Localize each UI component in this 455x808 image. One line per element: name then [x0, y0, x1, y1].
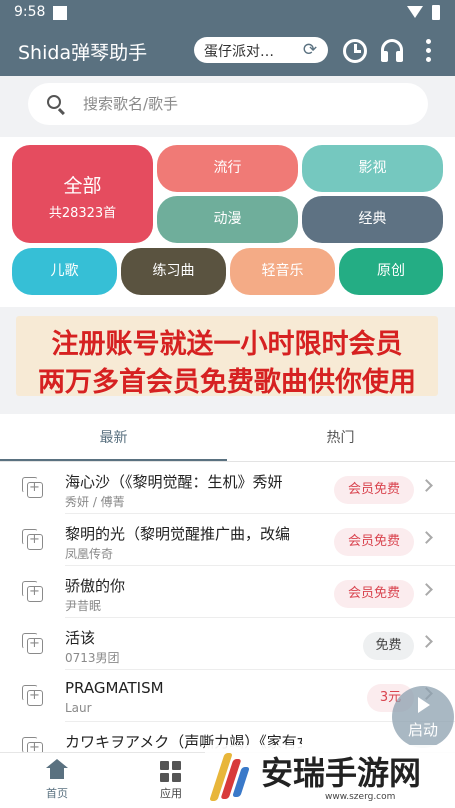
battery-icon — [432, 5, 440, 20]
song-tabs: 最新 热门 — [0, 414, 455, 462]
watermark-logo-icon — [209, 749, 251, 805]
category-kids[interactable]: 儿歌 — [12, 248, 117, 295]
apps-grid-icon — [160, 761, 182, 783]
search-area — [0, 76, 455, 132]
category-grid: 全部 共28323首 流行 影视 动漫 经典 儿歌 练习曲 轻音乐 原创 — [0, 137, 455, 307]
current-song-name: 蛋仔派对… — [204, 44, 274, 60]
category-label: 动漫 — [213, 211, 242, 227]
app-bar: Shida弹琴助手 蛋仔派对… ⟳ — [0, 26, 455, 76]
add-to-playlist-icon[interactable]: + — [22, 737, 43, 752]
category-label: 原创 — [377, 263, 405, 279]
song-list: + 海心沙（《黎明觉醒：生机》秀妍 秀妍 / 傅菁 会员免费 + 黎明的光（黎明… — [0, 462, 455, 752]
more-menu-button[interactable] — [413, 36, 443, 66]
notification-icon — [53, 6, 67, 20]
add-to-playlist-icon[interactable]: + — [22, 529, 43, 550]
song-name: 黎明的光（黎明觉醒推广曲，改编 — [65, 525, 291, 543]
category-label: 影视 — [358, 160, 387, 176]
promo-banner[interactable]: 注册账号就送一小时限时会员 两万多首会员免费歌曲供你使用 — [16, 316, 438, 398]
search-icon — [47, 95, 61, 109]
status-time: 9:58 — [14, 4, 46, 20]
song-row[interactable]: + 海心沙（《黎明觉醒：生机》秀妍 秀妍 / 傅菁 会员免费 — [0, 462, 455, 514]
tab-hot[interactable]: 热门 — [227, 414, 454, 462]
song-row[interactable]: + PRAGMATISM Laur 3元 — [0, 670, 455, 722]
chevron-right-icon — [420, 635, 433, 648]
tab-latest[interactable]: 最新 — [0, 414, 227, 462]
category-etude[interactable]: 练习曲 — [121, 248, 226, 295]
search-input[interactable] — [83, 93, 403, 115]
watermark-url: www.szerg.com — [325, 792, 396, 802]
search-box[interactable] — [28, 83, 428, 125]
nav-apps-label: 应用 — [160, 787, 182, 800]
price-badge: 免费 — [363, 632, 414, 660]
song-artist: 0713男团 — [65, 651, 120, 665]
song-artist: Laur — [65, 701, 92, 715]
start-button[interactable]: 启动 — [392, 686, 454, 748]
song-row[interactable]: + 骄傲的你 尹昔眠 会员免费 — [0, 566, 455, 618]
watermark-name: 安瑞手游网 — [261, 754, 422, 792]
headset-button[interactable] — [377, 36, 407, 66]
category-all-count: 共28323首 — [48, 206, 117, 221]
song-artist: 尹昔眠 — [65, 599, 102, 613]
status-bar: 9:58 — [0, 0, 455, 26]
song-name: PRAGMATISM — [65, 679, 164, 697]
price-badge: 会员免费 — [334, 580, 414, 608]
add-to-playlist-icon[interactable]: + — [22, 581, 43, 602]
category-label: 轻音乐 — [261, 263, 304, 279]
nav-apps[interactable]: 应用 — [126, 753, 216, 808]
song-row[interactable]: + 黎明的光（黎明觉醒推广曲，改编 凤凰传奇 会员免费 — [0, 514, 455, 566]
nav-home[interactable]: 首页 — [12, 753, 102, 808]
sync-icon[interactable]: ⟳ — [300, 40, 320, 60]
banner-line-2: 两万多首会员免费歌曲供你使用 — [38, 367, 416, 398]
history-button[interactable] — [340, 36, 370, 66]
nav-home-label: 首页 — [46, 787, 68, 800]
add-to-playlist-icon[interactable]: + — [22, 477, 43, 498]
add-to-playlist-icon[interactable]: + — [22, 685, 43, 706]
chevron-right-icon — [420, 583, 433, 596]
song-name: 海心沙（《黎明觉醒：生机》秀妍 — [65, 473, 283, 491]
chevron-right-icon — [420, 479, 433, 492]
wifi-icon — [407, 6, 423, 18]
song-artist: 凤凰传奇 — [65, 547, 114, 561]
price-badge: 会员免费 — [334, 528, 414, 556]
watermark: 安瑞手游网 www.szerg.com — [205, 745, 455, 808]
category-label: 流行 — [213, 160, 242, 176]
song-name: 骄傲的你 — [65, 577, 126, 595]
category-light-music[interactable]: 轻音乐 — [230, 248, 335, 295]
start-button-label: 启动 — [407, 721, 438, 739]
category-classic[interactable]: 经典 — [302, 196, 443, 243]
category-label: 练习曲 — [152, 263, 195, 279]
add-to-playlist-icon[interactable]: + — [22, 633, 43, 654]
banner-line-1: 注册账号就送一小时限时会员 — [51, 329, 403, 360]
category-all-label: 全部 — [63, 175, 102, 197]
category-label: 儿歌 — [50, 263, 79, 279]
song-artist: 秀妍 / 傅菁 — [65, 495, 125, 509]
price-badge: 会员免费 — [334, 476, 414, 504]
category-label: 经典 — [358, 211, 387, 227]
home-icon — [46, 759, 68, 779]
song-row[interactable]: + 活该 0713男团 免费 — [0, 618, 455, 670]
category-film[interactable]: 影视 — [302, 145, 443, 192]
category-anime[interactable]: 动漫 — [157, 196, 298, 243]
category-pop[interactable]: 流行 — [157, 145, 298, 192]
category-original[interactable]: 原创 — [339, 248, 443, 295]
category-all[interactable]: 全部 共28323首 — [12, 145, 153, 243]
play-icon — [418, 697, 430, 713]
chevron-right-icon — [420, 531, 433, 544]
app-title: Shida弹琴助手 — [18, 42, 148, 64]
song-name: 活该 — [65, 629, 96, 647]
current-song-pill[interactable]: 蛋仔派对… ⟳ — [194, 37, 328, 63]
